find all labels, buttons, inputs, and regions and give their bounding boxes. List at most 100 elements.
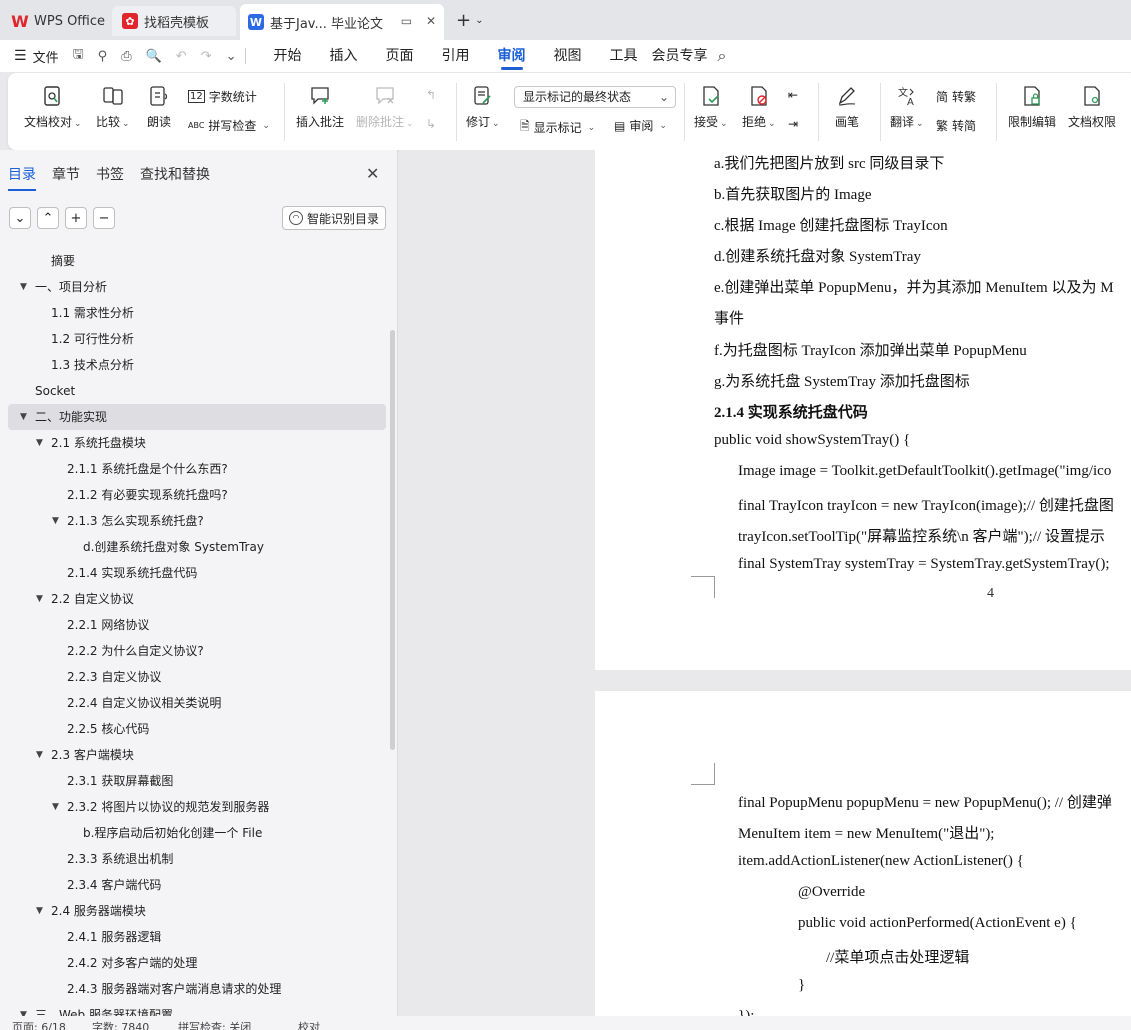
new-tab-button[interactable]: + ⌄ bbox=[456, 10, 483, 31]
toc-item[interactable]: 2.2.3 自定义协议 bbox=[8, 664, 386, 690]
nav-tab[interactable]: 书签 bbox=[96, 164, 124, 184]
toc-item[interactable]: 2.3.1 获取屏幕截图 bbox=[8, 768, 386, 794]
toc-item[interactable]: 1.1 需求性分析 bbox=[8, 300, 386, 326]
toc-item[interactable]: 2.1.4 实现系统托盘代码 bbox=[8, 560, 386, 586]
menu-tab[interactable]: 工具 bbox=[596, 40, 652, 72]
search-icon[interactable]: ⌕ bbox=[718, 46, 727, 66]
doc-permission-button[interactable]: 文档权限 bbox=[1068, 83, 1116, 130]
share-icon[interactable]: ⚲ bbox=[98, 49, 108, 64]
expand-arrow-icon[interactable]: ▼ bbox=[36, 430, 43, 456]
next-change-icon[interactable]: ⇥ bbox=[788, 117, 798, 131]
accept-button[interactable]: 接受 ⌄ bbox=[694, 83, 728, 130]
toc-item[interactable]: 2.4.2 对多客户端的处理 bbox=[8, 950, 386, 976]
toc-item[interactable]: 2.3.4 客户端代码 bbox=[8, 872, 386, 898]
menu-tab[interactable]: 页面 bbox=[372, 40, 428, 72]
toc-item[interactable]: 摘要 bbox=[8, 248, 386, 274]
word-count-button[interactable]: 12 字数统计 bbox=[188, 88, 257, 105]
toc-item[interactable]: ▼ 2.3 客户端模块 bbox=[8, 742, 386, 768]
menu-tab[interactable]: 视图 bbox=[540, 40, 596, 72]
toc-item[interactable]: ▼ 一、项目分析 bbox=[8, 274, 386, 300]
read-aloud-button[interactable]: 朗读 bbox=[146, 83, 172, 130]
toc-item[interactable]: ▼ 2.2 自定义协议 bbox=[8, 586, 386, 612]
menu-tab[interactable]: 会员专享 bbox=[652, 40, 708, 72]
expand-up-button[interactable]: ⌃ bbox=[37, 207, 59, 229]
toc-item[interactable]: 2.2.5 核心代码 bbox=[8, 716, 386, 742]
toc-item[interactable]: b.程序启动后初始化创建一个 File bbox=[8, 820, 386, 846]
menu-tab[interactable]: 开始 bbox=[260, 40, 316, 72]
close-icon[interactable]: ✕ bbox=[366, 164, 379, 183]
insert-comment-button[interactable]: 插入批注 bbox=[296, 83, 344, 130]
file-menu[interactable]: ☰ 文件 bbox=[14, 47, 59, 66]
collapse-all-button[interactable]: ⌄ bbox=[9, 207, 31, 229]
expand-arrow-icon[interactable]: ▼ bbox=[36, 586, 43, 612]
nav-tab[interactable]: 目录 bbox=[8, 164, 36, 191]
spell-check-button[interactable]: ABC 拼写检查 ⌄ bbox=[188, 117, 270, 134]
doc-check-button[interactable]: 文档校对 ⌄ bbox=[24, 83, 82, 130]
chevron-down-icon[interactable]: ⌄ bbox=[475, 15, 483, 26]
tab-document[interactable]: W 基于Jav... 毕业论文 ▭ ✕ bbox=[240, 4, 444, 40]
redo-icon[interactable]: ↷ bbox=[201, 49, 212, 64]
expand-arrow-icon[interactable]: ▼ bbox=[36, 898, 43, 924]
word-count-status[interactable]: 字数: 7840 bbox=[92, 1019, 149, 1030]
chevron-down-icon[interactable]: ⌄ bbox=[226, 49, 237, 64]
remove-heading-button[interactable]: − bbox=[93, 207, 115, 229]
expand-arrow-icon[interactable]: ▼ bbox=[20, 404, 27, 430]
add-heading-button[interactable]: + bbox=[65, 207, 87, 229]
toc-item[interactable]: ▼ 2.1 系统托盘模块 bbox=[8, 430, 386, 456]
proof-status[interactable]: 校对 bbox=[298, 1019, 320, 1030]
reject-button[interactable]: 拒绝 ⌄ bbox=[742, 83, 776, 130]
toc-item[interactable]: 1.2 可行性分析 bbox=[8, 326, 386, 352]
toc-item[interactable]: ▼ 2.4 服务器端模块 bbox=[8, 898, 386, 924]
to-traditional-button[interactable]: 简 转繁 bbox=[936, 88, 976, 105]
translate-button[interactable]: 文A 翻译 ⌄ bbox=[890, 83, 924, 130]
next-comment-icon[interactable]: ↳ bbox=[426, 117, 436, 131]
toc-item[interactable]: ▼ 2.3.2 将图片以协议的规范发到服务器 bbox=[8, 794, 386, 820]
expand-arrow-icon[interactable]: ▼ bbox=[52, 794, 59, 820]
menu-tab[interactable]: 审阅 bbox=[484, 40, 540, 72]
toc-item[interactable]: 2.3.3 系统退出机制 bbox=[8, 846, 386, 872]
toc-item[interactable]: ▼ 2.1.3 怎么实现系统托盘? bbox=[8, 508, 386, 534]
prev-comment-icon[interactable]: ↰ bbox=[426, 88, 436, 102]
scrollbar[interactable] bbox=[390, 330, 395, 750]
toc-item[interactable]: 1.3 技术点分析 bbox=[8, 352, 386, 378]
review-pane-button[interactable]: ▤ 审阅 ⌄ bbox=[614, 117, 667, 134]
print-preview-icon[interactable]: 🔍 bbox=[146, 49, 162, 64]
tab-wps-office[interactable]: W WPS Office bbox=[11, 6, 105, 36]
prev-change-icon[interactable]: ⇤ bbox=[788, 88, 798, 102]
toc-item[interactable]: ▼ 二、功能实现 bbox=[8, 404, 386, 430]
smart-toc-button[interactable]: ◠ 智能识别目录 bbox=[282, 206, 386, 230]
toc-item[interactable]: 2.4.1 服务器逻辑 bbox=[8, 924, 386, 950]
tab-templates[interactable]: ✿ 找稻壳模板 bbox=[112, 6, 236, 36]
track-changes-button[interactable]: 修订 ⌄ bbox=[466, 83, 500, 130]
close-tab-icon[interactable]: ✕ bbox=[426, 14, 436, 28]
menu-tab[interactable]: 引用 bbox=[428, 40, 484, 72]
expand-arrow-icon[interactable]: ▼ bbox=[20, 274, 27, 300]
toc-item[interactable]: 2.2.1 网络协议 bbox=[8, 612, 386, 638]
toc-item[interactable]: 2.4.3 服务器端对客户端消息请求的处理 bbox=[8, 976, 386, 1002]
print-icon[interactable]: ⎙ bbox=[121, 49, 131, 64]
delete-comment-button[interactable]: 删除批注 ⌄ bbox=[356, 83, 414, 130]
toc-item[interactable]: d.创建系统托盘对象 SystemTray bbox=[8, 534, 386, 560]
expand-arrow-icon[interactable]: ▼ bbox=[52, 508, 59, 534]
toc-item[interactable]: Socket bbox=[8, 378, 386, 404]
to-simplified-button[interactable]: 繁 转简 bbox=[936, 117, 976, 134]
menu-bar: ☰ 文件 🖫 ⚲ ⎙ 🔍 ↶ ↷ ⌄ 开始 插入 页面 引用 审阅 视图 工具 会员专享 ⌕ bbox=[0, 40, 1131, 72]
markup-display-select[interactable]: 显示标记的最终状态 ⌄ bbox=[514, 86, 676, 108]
menu-tab[interactable]: 插入 bbox=[316, 40, 372, 72]
nav-tab[interactable]: 章节 bbox=[52, 164, 80, 184]
restrict-edit-button[interactable]: 限制编辑 bbox=[1008, 83, 1056, 130]
page-indicator[interactable]: 页面: 6/18 bbox=[12, 1019, 66, 1030]
save-icon[interactable]: 🖫 bbox=[73, 45, 84, 67]
nav-tab[interactable]: 查找和替换 bbox=[140, 164, 210, 184]
compare-button[interactable]: 比较 ⌄ bbox=[96, 83, 130, 130]
spell-check-status[interactable]: 拼写检查: 关闭 bbox=[178, 1019, 251, 1030]
toc-item[interactable]: 2.1.1 系统托盘是个什么东西? bbox=[8, 456, 386, 482]
undo-icon[interactable]: ↶ bbox=[176, 49, 187, 64]
toc-item[interactable]: 2.2.4 自定义协议相关类说明 bbox=[8, 690, 386, 716]
expand-arrow-icon[interactable]: ▼ bbox=[36, 742, 43, 768]
show-markup-button[interactable]: 🗎 显示标记 ⌄ bbox=[520, 117, 595, 138]
pen-button[interactable]: 画笔 bbox=[834, 83, 860, 130]
toc-item[interactable]: 2.1.2 有必要实现系统托盘吗? bbox=[8, 482, 386, 508]
toc-item[interactable]: 2.2.2 为什么自定义协议? bbox=[8, 638, 386, 664]
window-mode-icon[interactable]: ▭ bbox=[401, 14, 412, 28]
